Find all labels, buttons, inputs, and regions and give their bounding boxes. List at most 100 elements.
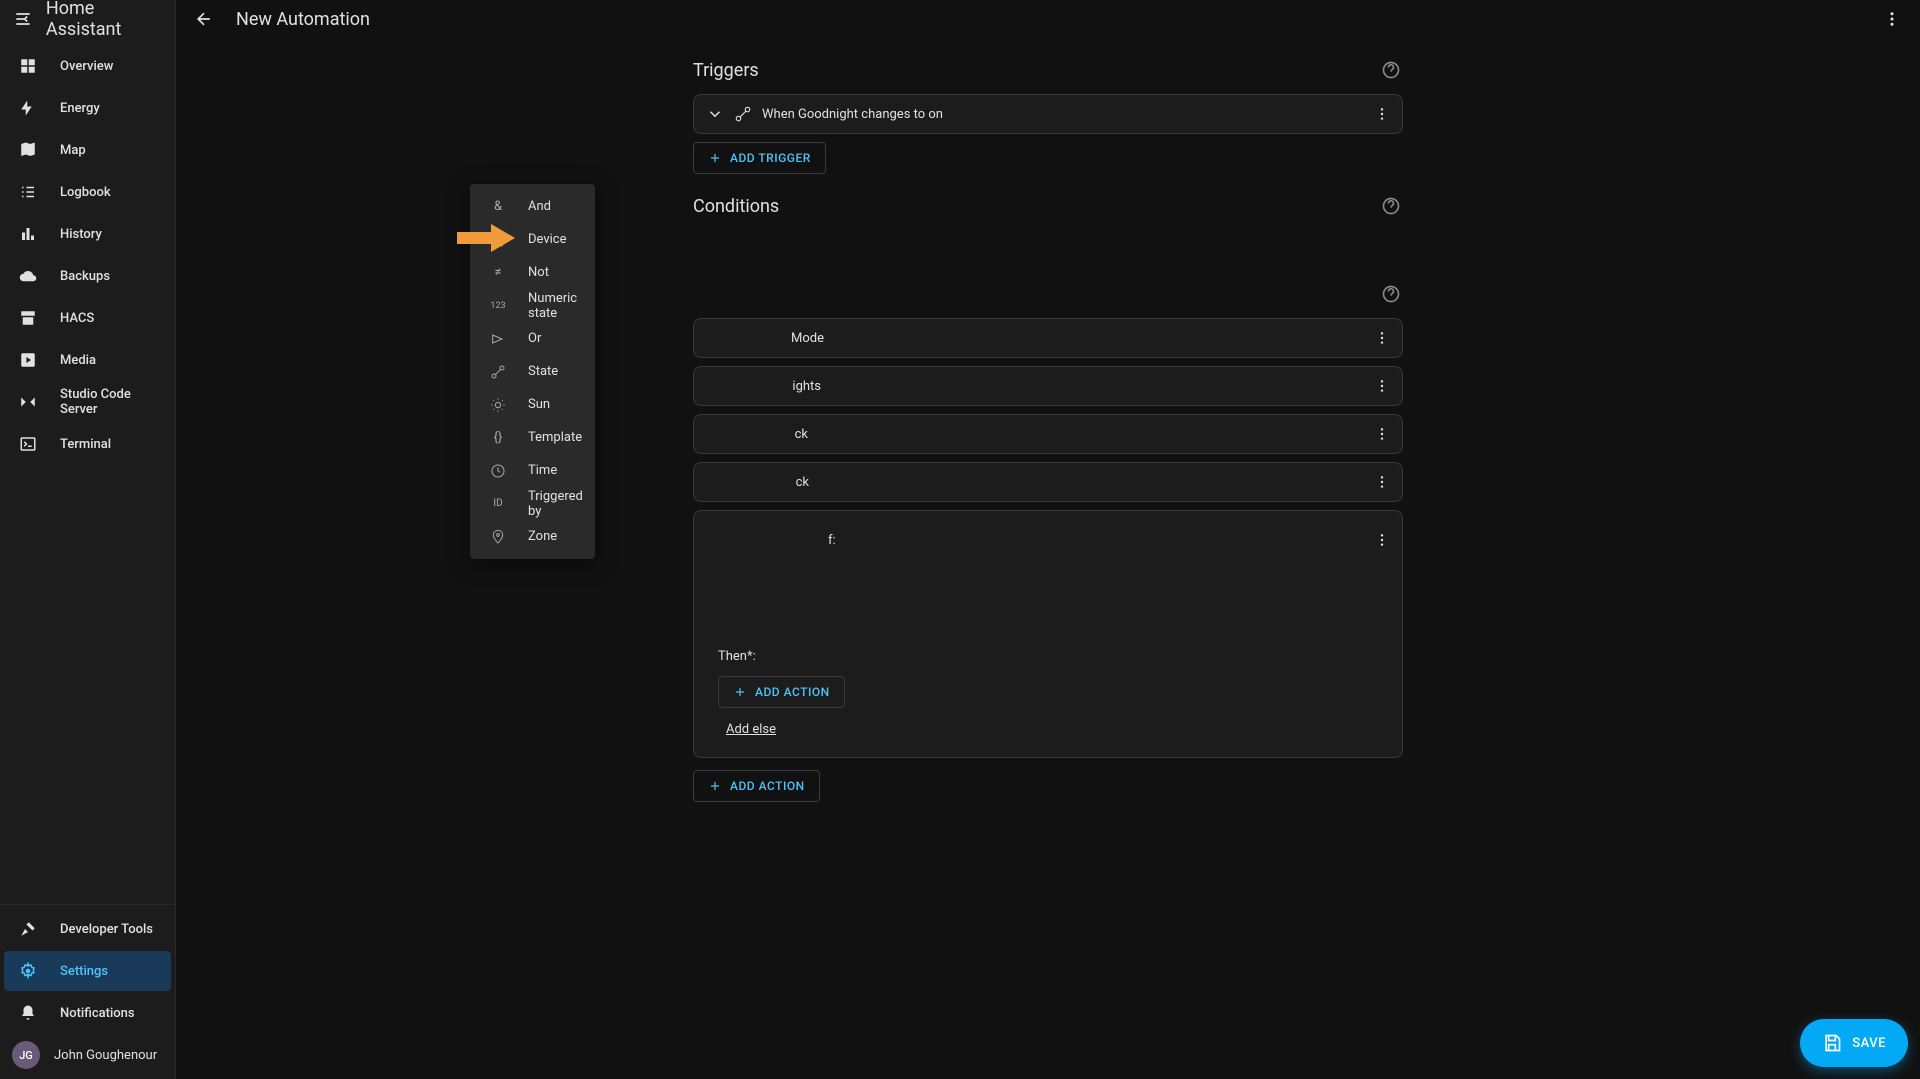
add-action-button[interactable]: ADD ACTION	[718, 676, 845, 708]
action-card[interactable]: ck	[693, 462, 1403, 502]
trigger-card[interactable]: When Goodnight changes to on	[693, 94, 1403, 134]
list-icon	[16, 180, 40, 204]
card-menu-button[interactable]	[1374, 330, 1390, 346]
option-label: State	[528, 364, 558, 379]
option-label: Numeric state	[528, 291, 579, 321]
sidebar-item-history[interactable]: History	[4, 214, 171, 254]
condition-option-and[interactable]: & And	[470, 190, 595, 223]
condition-option-time[interactable]: Time	[470, 454, 595, 487]
save-label: SAVE	[1852, 1036, 1886, 1051]
bolt-icon	[16, 96, 40, 120]
help-icon[interactable]	[1379, 282, 1403, 306]
hammer-icon	[16, 917, 40, 941]
terminal-icon	[16, 432, 40, 456]
sidebar-item-settings[interactable]: Settings	[4, 951, 171, 991]
condition-option-numeric[interactable]: 123 Numeric state	[470, 289, 595, 322]
condition-option-template[interactable]: {} Template	[470, 421, 595, 454]
topbar-menu-button[interactable]	[1880, 7, 1904, 31]
help-icon[interactable]	[1379, 194, 1403, 218]
condition-option-or[interactable]: Or	[470, 322, 595, 355]
option-label: Time	[528, 463, 557, 478]
sidebar-nav: Overview Energy Map Logbook History Back…	[0, 38, 175, 904]
trigger-summary: When Goodnight changes to on	[762, 107, 1364, 122]
sidebar-item-label: Backups	[60, 269, 110, 284]
action-card[interactable]: ights	[693, 366, 1403, 406]
sidebar-item-label: Notifications	[60, 1006, 135, 1021]
condition-option-zone[interactable]: Zone	[470, 520, 595, 553]
sidebar-item-label: Developer Tools	[60, 922, 153, 937]
card-menu-button[interactable]	[1374, 106, 1390, 122]
store-icon	[16, 306, 40, 330]
plus-icon	[708, 151, 722, 165]
card-menu-button[interactable]	[1374, 532, 1390, 548]
menu-toggle-icon[interactable]	[12, 7, 34, 31]
or-icon	[486, 331, 510, 347]
condition-option-not[interactable]: ≠ Not	[470, 256, 595, 289]
page-title: New Automation	[236, 9, 370, 30]
plus-icon	[708, 779, 722, 793]
then-label: Then*:	[718, 649, 1390, 664]
condition-option-state[interactable]: State	[470, 355, 595, 388]
action-summary: ights	[734, 379, 1364, 394]
braces-icon: {}	[486, 430, 510, 445]
chart-icon	[16, 222, 40, 246]
option-label: Template	[528, 430, 582, 445]
ampersand-icon: &	[486, 199, 510, 214]
numeric-icon: 123	[486, 301, 510, 311]
sidebar-item-devtools[interactable]: Developer Tools	[4, 909, 171, 949]
option-label: Not	[528, 265, 549, 280]
sidebar-item-label: Settings	[60, 964, 108, 979]
condition-option-sun[interactable]: Sun	[470, 388, 595, 421]
sidebar-item-notifications[interactable]: Notifications	[4, 993, 171, 1033]
state-icon	[734, 105, 752, 123]
condition-option-triggered[interactable]: IDTriggered by	[470, 487, 595, 520]
not-equal-icon: ≠	[486, 265, 510, 280]
card-menu-button[interactable]	[1374, 426, 1390, 442]
clock-icon	[486, 463, 510, 479]
plus-icon	[733, 685, 747, 699]
sidebar-item-media[interactable]: Media	[4, 340, 171, 380]
option-label: Zone	[528, 529, 557, 544]
sidebar-item-label: Overview	[60, 59, 113, 74]
help-icon[interactable]	[1379, 58, 1403, 82]
action-summary: ck	[734, 475, 1364, 490]
action-summary: ck	[734, 427, 1364, 442]
sidebar-item-terminal[interactable]: Terminal	[4, 424, 171, 464]
state-icon	[486, 364, 510, 380]
add-action-outer-button[interactable]: ADD ACTION	[693, 770, 820, 802]
option-label: Device	[528, 232, 567, 247]
sidebar-item-label: Media	[60, 353, 96, 368]
action-card[interactable]: Mode	[693, 318, 1403, 358]
action-summary: Mode	[734, 331, 1364, 346]
sidebar-item-label: Energy	[60, 101, 100, 116]
sidebar-item-label: Studio Code Server	[60, 387, 159, 417]
option-label: And	[528, 199, 551, 214]
sidebar-item-hacs[interactable]: HACS	[4, 298, 171, 338]
sidebar-item-label: History	[60, 227, 102, 242]
action-card[interactable]: ck	[693, 414, 1403, 454]
sidebar-item-backups[interactable]: Backups	[4, 256, 171, 296]
sidebar-item-label: HACS	[60, 311, 94, 326]
avatar: JG	[12, 1041, 40, 1069]
save-button[interactable]: SAVE	[1800, 1019, 1908, 1067]
back-button[interactable]	[192, 7, 216, 31]
card-menu-button[interactable]	[1374, 378, 1390, 394]
bell-icon	[16, 1001, 40, 1025]
vscode-icon	[16, 390, 40, 414]
save-icon	[1822, 1033, 1842, 1053]
chevron-down-icon[interactable]	[706, 105, 724, 123]
sidebar-item-energy[interactable]: Energy	[4, 88, 171, 128]
sidebar-user[interactable]: JG John Goughenour	[4, 1035, 171, 1075]
sidebar-item-overview[interactable]: Overview	[4, 46, 171, 86]
add-trigger-label: ADD TRIGGER	[730, 151, 811, 165]
sun-icon	[486, 397, 510, 413]
app-title: Home Assistant	[46, 0, 163, 40]
sidebar-item-logbook[interactable]: Logbook	[4, 172, 171, 212]
option-label: Sun	[528, 397, 550, 412]
add-trigger-button[interactable]: ADD TRIGGER	[693, 142, 826, 174]
user-name: John Goughenour	[54, 1048, 157, 1063]
card-menu-button[interactable]	[1374, 474, 1390, 490]
add-else-link[interactable]: Add else	[726, 722, 776, 737]
sidebar-item-map[interactable]: Map	[4, 130, 171, 170]
sidebar-item-code[interactable]: Studio Code Server	[4, 382, 171, 422]
